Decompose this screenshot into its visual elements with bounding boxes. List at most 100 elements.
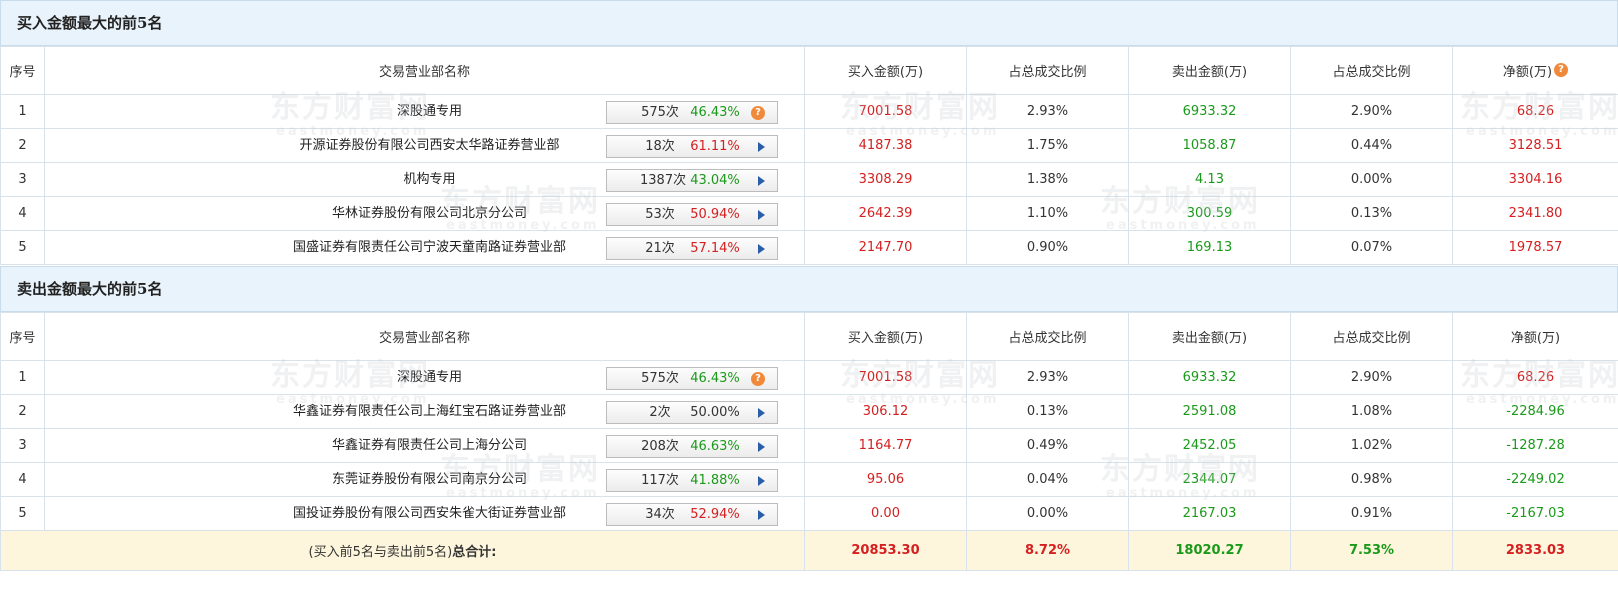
play-arrow-icon[interactable]	[758, 142, 765, 152]
play-arrow-icon[interactable]	[758, 510, 765, 520]
buy-section-title: 买入金额最大的前5名	[0, 0, 1618, 46]
row-index: 2	[0, 128, 45, 163]
row-index: 4	[0, 462, 45, 497]
net-amount: 1978.57	[1452, 230, 1618, 265]
branch-name-link[interactable]: 东莞证券股份有限公司南京分公司	[332, 468, 527, 487]
col-header-branch-name: 交易营业部名称	[44, 312, 805, 361]
buy-ratio: 0.00%	[966, 496, 1129, 531]
col-header-sell-ratio: 占总成交比例	[1290, 312, 1453, 361]
listing-stats-box[interactable]: 53次 50.94%	[606, 203, 778, 226]
listing-count: 2次	[649, 405, 671, 420]
total-label-prefix: (买入前5名与卖出前5名)	[308, 545, 453, 560]
listing-count: 53次	[645, 207, 675, 222]
buy-amount: 2147.70	[804, 230, 967, 265]
listing-stats-box[interactable]: 575次 46.43%?	[606, 101, 778, 124]
table-row: 2 开源证券股份有限公司西安太华路证券营业部 18次 61.11% 4187.38 1.7…	[0, 128, 1618, 163]
listing-stats-box[interactable]: 208次 46.63%	[606, 435, 778, 458]
table-row: 5 国盛证券有限责任公司宁波天童南路证券营业部 21次 57.14% 2147.70 0.…	[0, 230, 1618, 265]
sell-ratio: 0.00%	[1290, 162, 1453, 197]
table-row: 1 深股通专用 575次 46.43%? 7001.58 2.93% 6933.32 2.90…	[0, 360, 1618, 395]
total-label: (买入前5名与卖出前5名)总合计:	[0, 530, 805, 571]
buy-amount: 306.12	[804, 394, 967, 429]
branch-name-link[interactable]: 国投证券股份有限公司西安朱雀大街证券营业部	[293, 502, 566, 521]
listing-stats-box[interactable]: 34次 52.94%	[606, 503, 778, 526]
win-rate: 46.63%	[690, 439, 740, 454]
sell-amount: 6933.32	[1128, 94, 1291, 129]
win-rate: 50.94%	[690, 207, 740, 222]
branch-cell: 国投证券股份有限公司西安朱雀大街证券营业部 34次 52.94%	[44, 496, 805, 531]
row-index: 3	[0, 428, 45, 463]
play-arrow-icon[interactable]	[758, 244, 765, 254]
listing-stats-box[interactable]: 2次 50.00%	[606, 401, 778, 424]
branch-name-link[interactable]: 国盛证券有限责任公司宁波天童南路证券营业部	[293, 236, 566, 255]
buy-amount: 1164.77	[804, 428, 967, 463]
buy-ratio: 0.13%	[966, 394, 1129, 429]
sell-top5-table: 序号 交易营业部名称 买入金额(万) 占总成交比例 卖出金额(万) 占总成交比例…	[0, 312, 1618, 571]
branch-name-link[interactable]: 深股通专用	[397, 366, 462, 385]
buy-amount: 7001.58	[804, 360, 967, 395]
sell-amount: 2167.03	[1128, 496, 1291, 531]
row-index: 3	[0, 162, 45, 197]
listing-stats-box[interactable]: 21次 57.14%	[606, 237, 778, 260]
win-rate: 57.14%	[690, 241, 740, 256]
net-header-label: 净额(万)	[1502, 65, 1553, 80]
listing-stats-box[interactable]: 18次 61.11%	[606, 135, 778, 158]
buy-ratio: 0.49%	[966, 428, 1129, 463]
sell-amount: 169.13	[1128, 230, 1291, 265]
sell-ratio: 0.44%	[1290, 128, 1453, 163]
net-amount: 68.26	[1452, 360, 1618, 395]
sell-amount: 2344.07	[1128, 462, 1291, 497]
win-rate: 41.88%	[690, 473, 740, 488]
branch-name-link[interactable]: 深股通专用	[397, 100, 462, 119]
row-index: 5	[0, 230, 45, 265]
listing-stats-box[interactable]: 575次 46.43%?	[606, 367, 778, 390]
row-index: 5	[0, 496, 45, 531]
sell-amount: 4.13	[1128, 162, 1291, 197]
buy-ratio: 1.75%	[966, 128, 1129, 163]
listing-stats-box[interactable]: 1387次 43.04%	[606, 169, 778, 192]
table-header-row: 序号 交易营业部名称 买入金额(万) 占总成交比例 卖出金额(万) 占总成交比例…	[0, 312, 1618, 361]
buy-ratio: 0.90%	[966, 230, 1129, 265]
play-arrow-icon[interactable]	[758, 476, 765, 486]
branch-name-link[interactable]: 华鑫证券有限责任公司上海红宝石路证券营业部	[293, 400, 566, 419]
branch-name-link[interactable]: 机构专用	[403, 168, 455, 187]
play-arrow-icon[interactable]	[758, 210, 765, 220]
listing-count: 21次	[645, 241, 675, 256]
branch-name-link[interactable]: 华鑫证券有限责任公司上海分公司	[332, 434, 527, 453]
table-row: 2 华鑫证券有限责任公司上海红宝石路证券营业部 2次 50.00% 306.12 0.13…	[0, 394, 1618, 429]
net-amount: -2249.02	[1452, 462, 1618, 497]
col-header-net-amount: 净额(万)	[1452, 312, 1618, 361]
col-header-buy-ratio: 占总成交比例	[966, 46, 1129, 95]
sell-amount: 300.59	[1128, 196, 1291, 231]
row-index: 2	[0, 394, 45, 429]
buy-ratio: 2.93%	[966, 94, 1129, 129]
col-header-buy-ratio: 占总成交比例	[966, 312, 1129, 361]
table-row: 1 深股通专用 575次 46.43%? 7001.58 2.93% 6933.32 2.90…	[0, 94, 1618, 129]
buy-amount: 95.06	[804, 462, 967, 497]
play-arrow-icon[interactable]	[758, 408, 765, 418]
help-icon[interactable]: ?	[1554, 63, 1569, 77]
listing-count: 1387次	[640, 173, 687, 188]
buy-amount: 0.00	[804, 496, 967, 531]
branch-name-link[interactable]: 华林证券股份有限公司北京分公司	[332, 202, 527, 221]
play-arrow-icon[interactable]	[758, 442, 765, 452]
total-sell-amount: 18020.27	[1128, 530, 1291, 571]
listing-stats-box[interactable]: 117次 41.88%	[606, 469, 778, 492]
buy-ratio: 1.38%	[966, 162, 1129, 197]
total-buy-ratio: 8.72%	[966, 530, 1129, 571]
branch-cell: 华林证券股份有限公司北京分公司 53次 50.94%	[44, 196, 805, 231]
help-icon[interactable]: ?	[751, 372, 765, 386]
col-header-branch-name: 交易营业部名称	[44, 46, 805, 95]
total-label-bold: 总合计:	[452, 545, 497, 560]
branch-name-link[interactable]: 开源证券股份有限公司西安太华路证券营业部	[299, 134, 559, 153]
play-arrow-icon[interactable]	[758, 176, 765, 186]
sell-amount: 2452.05	[1128, 428, 1291, 463]
table-row: 3 机构专用 1387次 43.04% 3308.29 1.38% 4.13 0.00% 330…	[0, 162, 1618, 197]
net-amount: 3304.16	[1452, 162, 1618, 197]
buy-amount: 3308.29	[804, 162, 967, 197]
branch-cell: 东莞证券股份有限公司南京分公司 117次 41.88%	[44, 462, 805, 497]
sell-amount: 6933.32	[1128, 360, 1291, 395]
col-header-buy-amount: 买入金额(万)	[804, 46, 967, 95]
help-icon[interactable]: ?	[751, 106, 765, 120]
sell-ratio: 0.98%	[1290, 462, 1453, 497]
